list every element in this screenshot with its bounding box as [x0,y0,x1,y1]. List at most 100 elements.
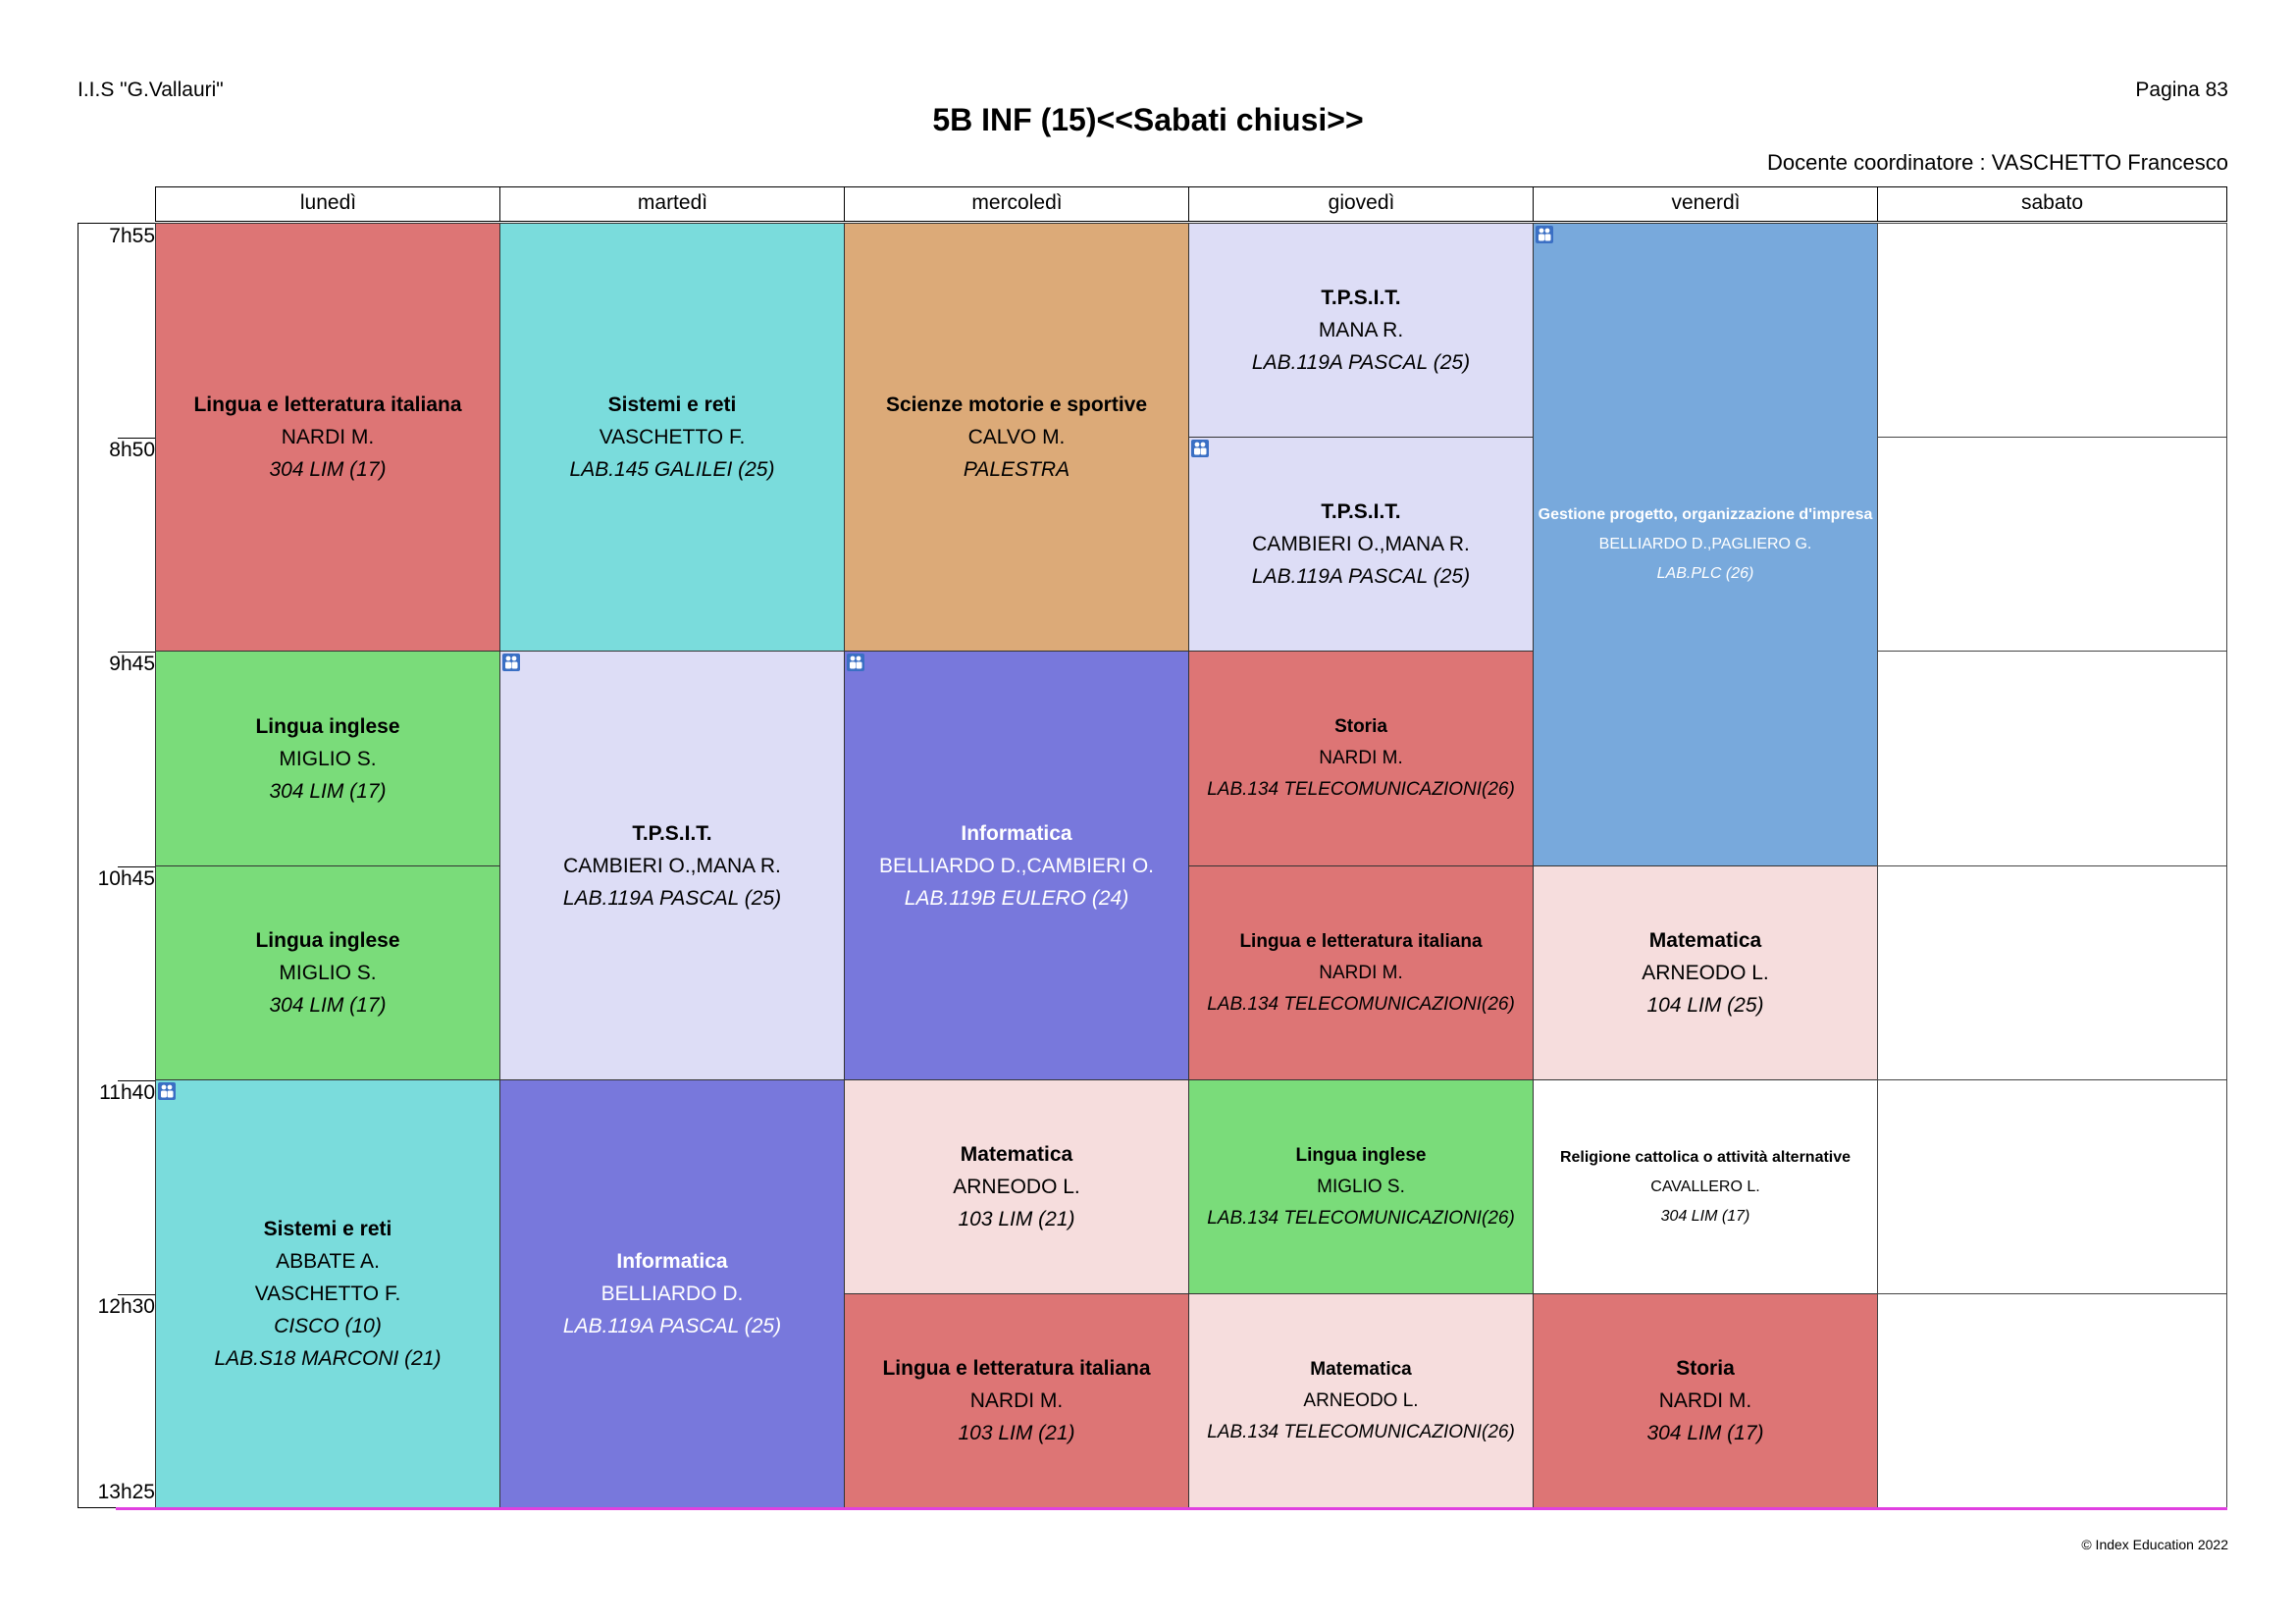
bottom-divider [116,1507,2227,1510]
lesson-teacher-2: VASCHETTO F. [254,1283,401,1305]
group-icon [502,654,520,671]
lesson-room: LAB.119A PASCAL (25) [1251,351,1471,374]
lesson-room: PALESTRA [963,458,1070,481]
lesson-subject: Religione cattolica o attività alternati… [1559,1148,1852,1166]
time-label: 12h30 [97,1295,155,1318]
lesson-teacher: BELLIARDO D.,PAGLIERO G. [1598,536,1812,552]
lesson-room: LAB.134 TELECOMUNICAZIONI(26) [1207,1207,1515,1229]
lesson-block[interactable]: T.P.S.I.T. CAMBIERI O.,MANA R. LAB.119A … [1188,437,1534,652]
lesson-teacher: NARDI M. [281,426,375,448]
empty-slot[interactable] [1877,1079,2227,1294]
lesson-room: 104 LIM (25) [1646,994,1764,1017]
lesson-subject: Sistemi e reti [263,1218,392,1240]
lesson-room: 103 LIM (21) [958,1208,1075,1230]
lesson-teacher: VASCHETTO F. [599,426,746,448]
day-header-thursday: giovedì [1188,186,1535,222]
lesson-room: LAB.119B EULERO (24) [904,886,1129,910]
lesson-subject: Matematica [1310,1358,1412,1380]
day-header-saturday: sabato [1877,186,2227,222]
lesson-teacher: NARDI M. [969,1389,1064,1412]
lesson-block[interactable]: Scienze motorie e sportive CALVO M. PALE… [844,223,1189,652]
lesson-block[interactable]: Lingua e letteratura italiana NARDI M. L… [1188,865,1534,1080]
lesson-room: 304 LIM (17) [269,994,387,1017]
lesson-teacher: CALVO M. [967,426,1066,448]
lesson-block[interactable]: Gestione progetto, organizzazione d'impr… [1533,223,1878,866]
timetable-grid: Lingua e letteratura italiana NARDI M. 3… [155,223,2227,1508]
lesson-room: LAB.119A PASCAL (25) [562,1315,782,1337]
lesson-teacher: BELLIARDO D. [600,1283,744,1305]
lesson-block[interactable]: Lingua inglese MIGLIO S. 304 LIM (17) [155,865,500,1080]
group-icon [847,654,864,671]
lesson-subject: T.P.S.I.T. [1321,287,1401,309]
lesson-subject: T.P.S.I.T. [1321,500,1401,523]
time-label: 8h50 [109,439,155,461]
empty-slot[interactable] [1877,651,2227,866]
lesson-subject: Sistemi e reti [607,393,737,416]
lesson-subject: Informatica [616,1250,728,1273]
lesson-room: 103 LIM (21) [958,1422,1075,1444]
empty-slot[interactable] [1877,865,2227,1080]
time-column: 7h55 8h50 9h45 10h45 11h40 12h30 13h25 [78,223,235,1508]
group-icon [1536,226,1553,243]
lesson-block[interactable]: Storia NARDI M. 304 LIM (17) [1533,1293,1878,1508]
lesson-teacher: ABBATE A. [276,1250,380,1273]
lesson-room: LAB.119A PASCAL (25) [1251,565,1471,588]
lesson-subject: Storia [1334,716,1387,737]
lesson-teacher: MIGLIO S. [279,747,377,770]
lesson-block[interactable]: Lingua e letteratura italiana NARDI M. 3… [155,223,500,652]
time-label: 11h40 [99,1081,155,1104]
lesson-subject: Lingua inglese [255,929,400,952]
lesson-room: LAB.145 GALILEI (25) [569,458,775,481]
lesson-teacher: NARDI M. [1319,962,1403,983]
lesson-subject: Scienze motorie e sportive [885,393,1148,416]
empty-slot[interactable] [1877,223,2227,438]
lesson-block[interactable]: T.P.S.I.T. CAMBIERI O.,MANA R. LAB.119A … [499,651,845,1080]
lesson-block[interactable]: Religione cattolica o attività alternati… [1533,1079,1878,1294]
lesson-teacher: BELLIARDO D.,CAMBIERI O. [878,854,1155,877]
group-icon [1191,440,1209,457]
lesson-block[interactable]: Matematica ARNEODO L. 103 LIM (21) [844,1079,1189,1294]
lesson-block[interactable]: Storia NARDI M. LAB.134 TELECOMUNICAZION… [1188,651,1534,866]
lesson-teacher: NARDI M. [1658,1389,1752,1412]
day-header-wednesday: mercoledì [844,186,1190,222]
lesson-room: 304 LIM (17) [269,458,387,481]
lesson-room: LAB.PLC (26) [1656,565,1754,582]
lesson-room: CISCO (10) [274,1315,382,1337]
lesson-subject: Storia [1676,1357,1735,1380]
lesson-room-2: LAB.S18 MARCONI (21) [214,1347,442,1370]
lesson-block[interactable]: T.P.S.I.T. MANA R. LAB.119A PASCAL (25) [1188,223,1534,438]
page-number: Pagina 83 [2135,79,2228,101]
lesson-room: LAB.134 TELECOMUNICAZIONI(26) [1207,1421,1515,1442]
lesson-block[interactable]: Matematica ARNEODO L. LAB.134 TELECOMUNI… [1188,1293,1534,1508]
lesson-subject: Gestione progetto, organizzazione d'impr… [1538,506,1873,523]
coordinator-label: Docente coordinatore : VASCHETTO Frances… [1767,150,2228,175]
lesson-block[interactable]: Informatica BELLIARDO D.,CAMBIERI O. LAB… [844,651,1189,1080]
time-label: 13h25 [97,1481,155,1503]
lesson-block[interactable]: Sistemi e reti ABBATE A. VASCHETTO F. CI… [155,1079,500,1508]
lesson-teacher: MANA R. [1318,319,1404,341]
time-label: 10h45 [97,867,155,890]
empty-slot[interactable] [1877,437,2227,652]
lesson-subject: Lingua inglese [255,714,400,738]
lesson-block[interactable]: Informatica BELLIARDO D. LAB.119A PASCAL… [499,1079,845,1508]
lesson-teacher: MIGLIO S. [1317,1176,1405,1197]
lesson-subject: Lingua e letteratura italiana [882,1357,1151,1380]
empty-slot[interactable] [1877,1293,2227,1508]
lesson-room: LAB.134 TELECOMUNICAZIONI(26) [1207,779,1515,800]
day-header-tuesday: martedì [499,186,846,222]
lesson-teacher: ARNEODO L. [953,1176,1080,1198]
lesson-teacher: CAMBIERI O.,MANA R. [1252,533,1470,555]
lesson-subject: T.P.S.I.T. [632,821,712,845]
lesson-block[interactable]: Lingua inglese MIGLIO S. LAB.134 TELECOM… [1188,1079,1534,1294]
lesson-block[interactable]: Matematica ARNEODO L. 104 LIM (25) [1533,865,1878,1080]
lesson-block[interactable]: Sistemi e reti VASCHETTO F. LAB.145 GALI… [499,223,845,652]
lesson-teacher: CAVALLERO L. [1650,1178,1760,1195]
lesson-block[interactable]: Lingua inglese MIGLIO S. 304 LIM (17) [155,651,500,866]
lesson-teacher: CAMBIERI O.,MANA R. [563,854,781,877]
lesson-room: 304 LIM (17) [1660,1207,1750,1225]
lesson-block[interactable]: Lingua e letteratura italiana NARDI M. 1… [844,1293,1189,1508]
day-header-friday: venerdì [1533,186,1879,222]
time-label: 9h45 [109,653,155,675]
lesson-room: 304 LIM (17) [1646,1422,1764,1444]
lesson-teacher: ARNEODO L. [1642,962,1769,984]
